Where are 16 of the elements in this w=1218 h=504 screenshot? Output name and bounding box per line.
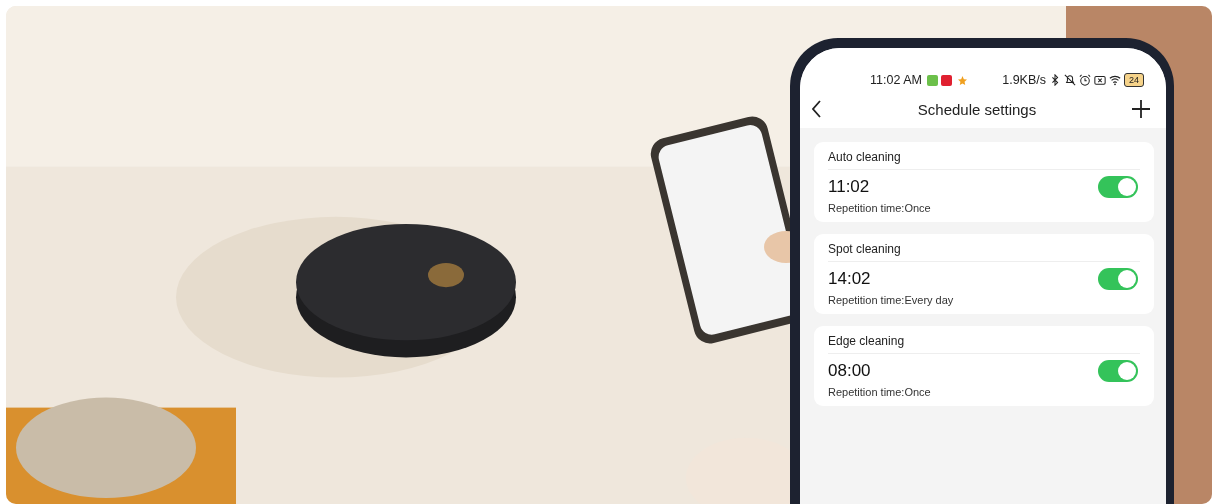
schedule-time: 08:00 (828, 361, 871, 381)
battery-indicator: 24 (1124, 73, 1144, 87)
schedule-name: Spot cleaning (828, 242, 1140, 262)
schedule-card[interactable]: Edge cleaning 08:00 Repetition time:Once (814, 326, 1154, 406)
schedule-card[interactable]: Auto cleaning 11:02 Repetition time:Once (814, 142, 1154, 222)
schedule-time: 11:02 (828, 177, 870, 197)
repetition-text: Repetition time:Every day (828, 294, 955, 306)
schedule-name: Auto cleaning (828, 150, 1140, 170)
repetition-text: Repetition time:Once (828, 202, 932, 214)
status-time: 11:02 AM (870, 73, 922, 87)
network-speed: 1.9KB/s (1002, 73, 1046, 87)
screen-title: Schedule settings (917, 100, 1037, 118)
schedule-name: Edge cleaning (828, 334, 1140, 354)
schedule-card[interactable]: Spot cleaning 14:02 Repetition time:Every day (814, 234, 1154, 314)
repetition-text: Repetition time:Once (828, 386, 932, 398)
schedule-time: 14:02 (828, 269, 871, 289)
